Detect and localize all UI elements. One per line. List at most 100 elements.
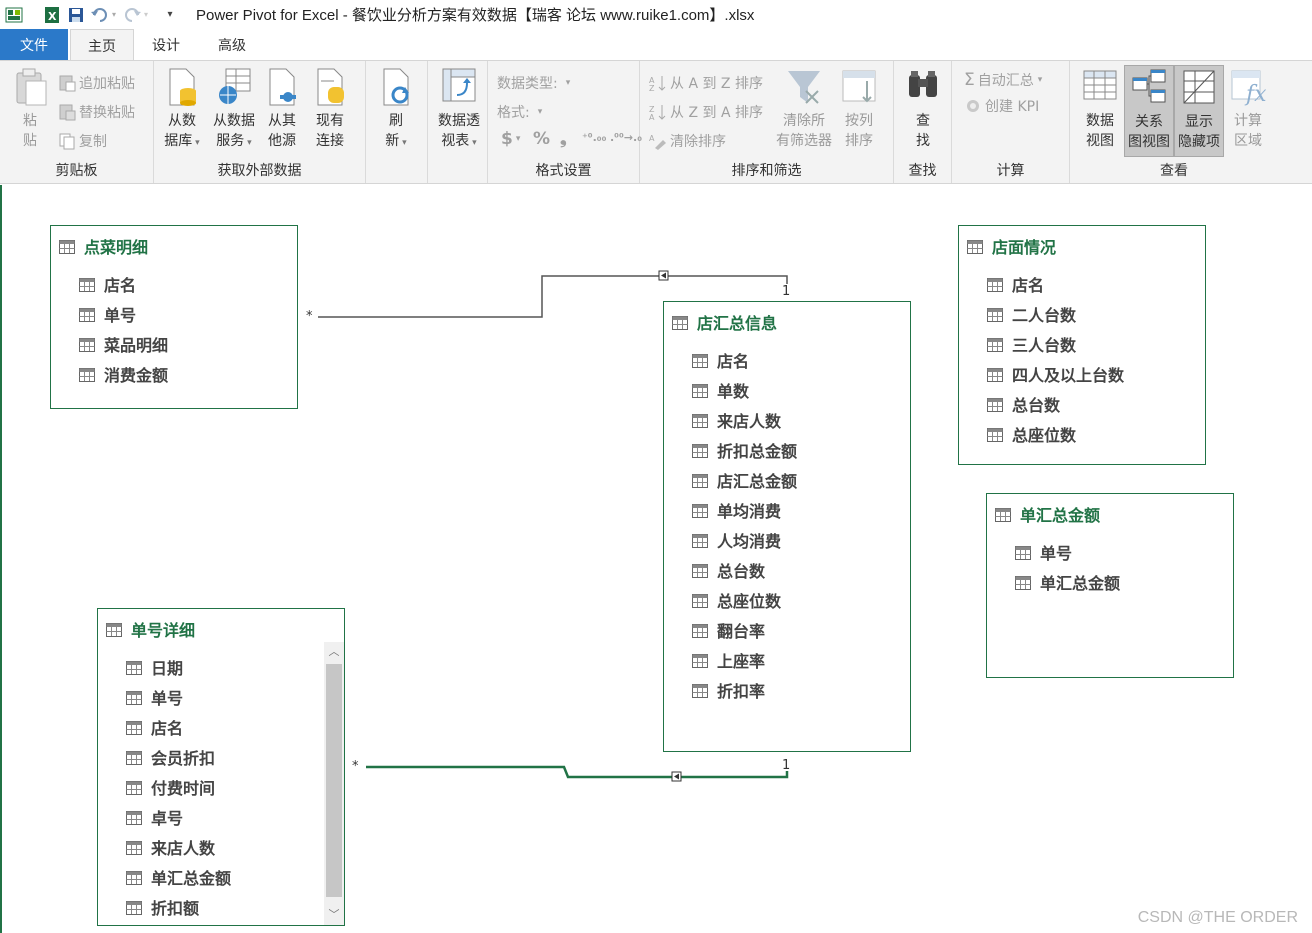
sort-a-to-z-button[interactable]: AZ 从 A 到 Z 排序 [649, 73, 763, 93]
chevron-down-icon[interactable]: ▾ [110, 5, 118, 25]
column-icon [126, 780, 142, 795]
table-field[interactable]: 消费金额 [79, 362, 168, 386]
paste-button[interactable]: 粘 贴 [10, 67, 50, 151]
table-field[interactable]: 来店人数 [126, 835, 215, 859]
table-field[interactable]: 上座率 [692, 648, 765, 672]
group-label-sort-filter: 排序和筛选 [731, 163, 802, 179]
table-field[interactable]: 总台数 [692, 558, 765, 582]
diagram-view-button[interactable]: 关系 图视图 [1124, 65, 1174, 157]
create-kpi-button[interactable]: 创建 KPI [964, 96, 1039, 116]
table-field[interactable]: 付费时间 [126, 775, 215, 799]
table-field[interactable]: 店名 [692, 348, 749, 372]
calculation-area-button[interactable]: fx 计算 区域 [1226, 67, 1270, 151]
table-field[interactable]: 来店人数 [692, 408, 781, 432]
sort-by-column-button[interactable]: 按列 排序 [838, 67, 880, 151]
show-hidden-button[interactable]: 显示 隐藏项 [1174, 65, 1224, 157]
table-scrollbar[interactable]: ︿ ﹀ [324, 642, 344, 925]
table-field[interactable]: 单均消费 [692, 498, 781, 522]
find-button[interactable]: 查 找 [904, 67, 942, 151]
table-field[interactable]: 菜品明细 [79, 332, 168, 356]
sort-desc-icon: ZA [649, 105, 666, 121]
paste-replace-button[interactable]: 替换粘贴 [58, 102, 135, 122]
table-field[interactable]: 人均消费 [692, 528, 781, 552]
decrease-decimal-button[interactable]: .⁰⁰→.₀ [610, 131, 642, 144]
table-field[interactable]: 单号 [79, 302, 136, 326]
table-order-detail[interactable]: 单号详细 日期单号店名会员折扣付费时间卓号来店人数单汇总金额折扣额 ︿ ﹀ [97, 608, 345, 926]
connection-icon [317, 68, 344, 106]
table-store-info[interactable]: 店面情况 店名二人台数三人台数四人及以上台数 总台数总座位数 [958, 225, 1206, 465]
diagram-view-icon [1132, 69, 1166, 103]
tab-advanced[interactable]: 高级 [206, 29, 258, 60]
table-field[interactable]: 二人台数 [987, 302, 1076, 326]
data-type-dropdown[interactable]: 数据类型: ▾ [497, 73, 570, 93]
tab-home[interactable]: 主页 [70, 29, 134, 61]
table-field[interactable]: 店名 [987, 272, 1044, 296]
sort-by-column-icon [842, 70, 876, 103]
currency-button[interactable]: $ ▾ [501, 129, 520, 149]
calc-area-icon: fx [1231, 70, 1266, 107]
tab-file[interactable]: 文件 [0, 29, 68, 60]
pivot-table-button[interactable]: 数据透 视表 ▾ [434, 67, 484, 153]
table-header[interactable]: 单号详细 [106, 617, 195, 641]
scroll-thumb[interactable] [326, 664, 342, 897]
from-data-service-button[interactable]: 从数据 服务 ▾ [208, 67, 260, 153]
chevron-down-icon[interactable]: ▾ [142, 5, 150, 25]
table-header[interactable]: 单汇总金额 [995, 502, 1100, 526]
clear-sort-button[interactable]: A 清除排序 [649, 131, 726, 151]
table-dish-detail[interactable]: 点菜明细 店名单号菜品明细消费金额 [50, 225, 298, 409]
table-field[interactable]: 单号 [1015, 540, 1072, 564]
table-field[interactable]: 总座位数 [692, 588, 781, 612]
redo-icon[interactable] [122, 5, 142, 25]
scroll-down-icon[interactable]: ﹀ [324, 905, 344, 925]
copy-button[interactable]: 复制 [58, 131, 107, 151]
from-other-sources-button[interactable]: 从其 他源 [262, 67, 302, 151]
column-icon [692, 383, 708, 398]
undo-icon[interactable] [90, 5, 110, 25]
table-field[interactable]: 单汇总金额 [126, 865, 231, 889]
table-field[interactable]: 会员折扣 [126, 745, 215, 769]
tab-design[interactable]: 设计 [140, 29, 192, 60]
binoculars-icon [909, 71, 937, 97]
diagram-canvas[interactable]: * 1 * 1 点菜明细 店名 单号 菜品明细 消费金额 店面情况 店名 二人台数 三人台… [0, 185, 1312, 933]
scroll-up-icon[interactable]: ︿ [324, 642, 344, 662]
refresh-button[interactable]: 刷 新 ▾ [376, 67, 416, 153]
customize-qat-icon[interactable]: ▾ [160, 5, 180, 25]
table-field[interactable]: 总台数 [987, 392, 1060, 416]
save-icon[interactable] [66, 5, 86, 25]
watermark: CSDN @THE ORDER [1137, 909, 1298, 926]
table-field[interactable]: 折扣率 [692, 678, 765, 702]
table-field[interactable]: 单号 [126, 685, 183, 709]
table-field[interactable]: 店名 [126, 715, 183, 739]
excel-icon[interactable]: X [42, 5, 62, 25]
relationship-line-order-to-total[interactable] [366, 765, 789, 779]
table-field[interactable]: 折扣额 [126, 895, 199, 919]
paste-append-button[interactable]: 追加粘贴 [58, 73, 135, 93]
from-database-button[interactable]: 从数 据库 ▾ [160, 67, 204, 153]
table-field[interactable]: 翻台率 [692, 618, 765, 642]
table-field[interactable]: 店名 [79, 272, 136, 296]
comma-style-button[interactable]: ❟ [560, 129, 567, 149]
table-field[interactable]: 三人台数 [987, 332, 1076, 356]
table-field[interactable]: 四人及以上台数 [987, 362, 1124, 386]
table-header[interactable]: 店汇总信息 [672, 310, 777, 334]
table-field[interactable]: 单数 [692, 378, 749, 402]
table-field[interactable]: 单汇总金额 [1015, 570, 1120, 594]
increase-decimal-button[interactable]: ⁺⁰.₀₀ [582, 131, 606, 144]
table-field[interactable]: 总座位数 [987, 422, 1076, 446]
table-field[interactable]: 卓号 [126, 805, 183, 829]
data-view-button[interactable]: 数据 视图 [1078, 67, 1122, 151]
format-dropdown[interactable]: 格式: ▾ [497, 102, 542, 122]
table-field[interactable]: 日期 [126, 655, 183, 679]
table-header[interactable]: 点菜明细 [59, 234, 148, 258]
percent-button[interactable]: % [533, 129, 550, 149]
sort-z-to-a-button[interactable]: ZA 从 Z 到 A 排序 [649, 102, 763, 122]
table-field[interactable]: 店汇总金额 [692, 468, 797, 492]
table-header[interactable]: 店面情况 [967, 234, 1056, 258]
clear-all-filters-button[interactable]: 清除所 有筛选器 [772, 67, 836, 151]
table-store-summary[interactable]: 店汇总信息 店名单数来店人数折扣总金额店汇总金额单均消费人均消费总台数总座位数翻… [663, 301, 911, 752]
table-field[interactable]: 折扣总金额 [692, 438, 797, 462]
table-order-total[interactable]: 单汇总金额 单号 单汇总金额 [986, 493, 1234, 678]
column-icon [692, 653, 708, 668]
autosum-button[interactable]: Σ 自动汇总 ▾ [964, 70, 1042, 90]
existing-connections-button[interactable]: 现有 连接 [310, 67, 350, 151]
